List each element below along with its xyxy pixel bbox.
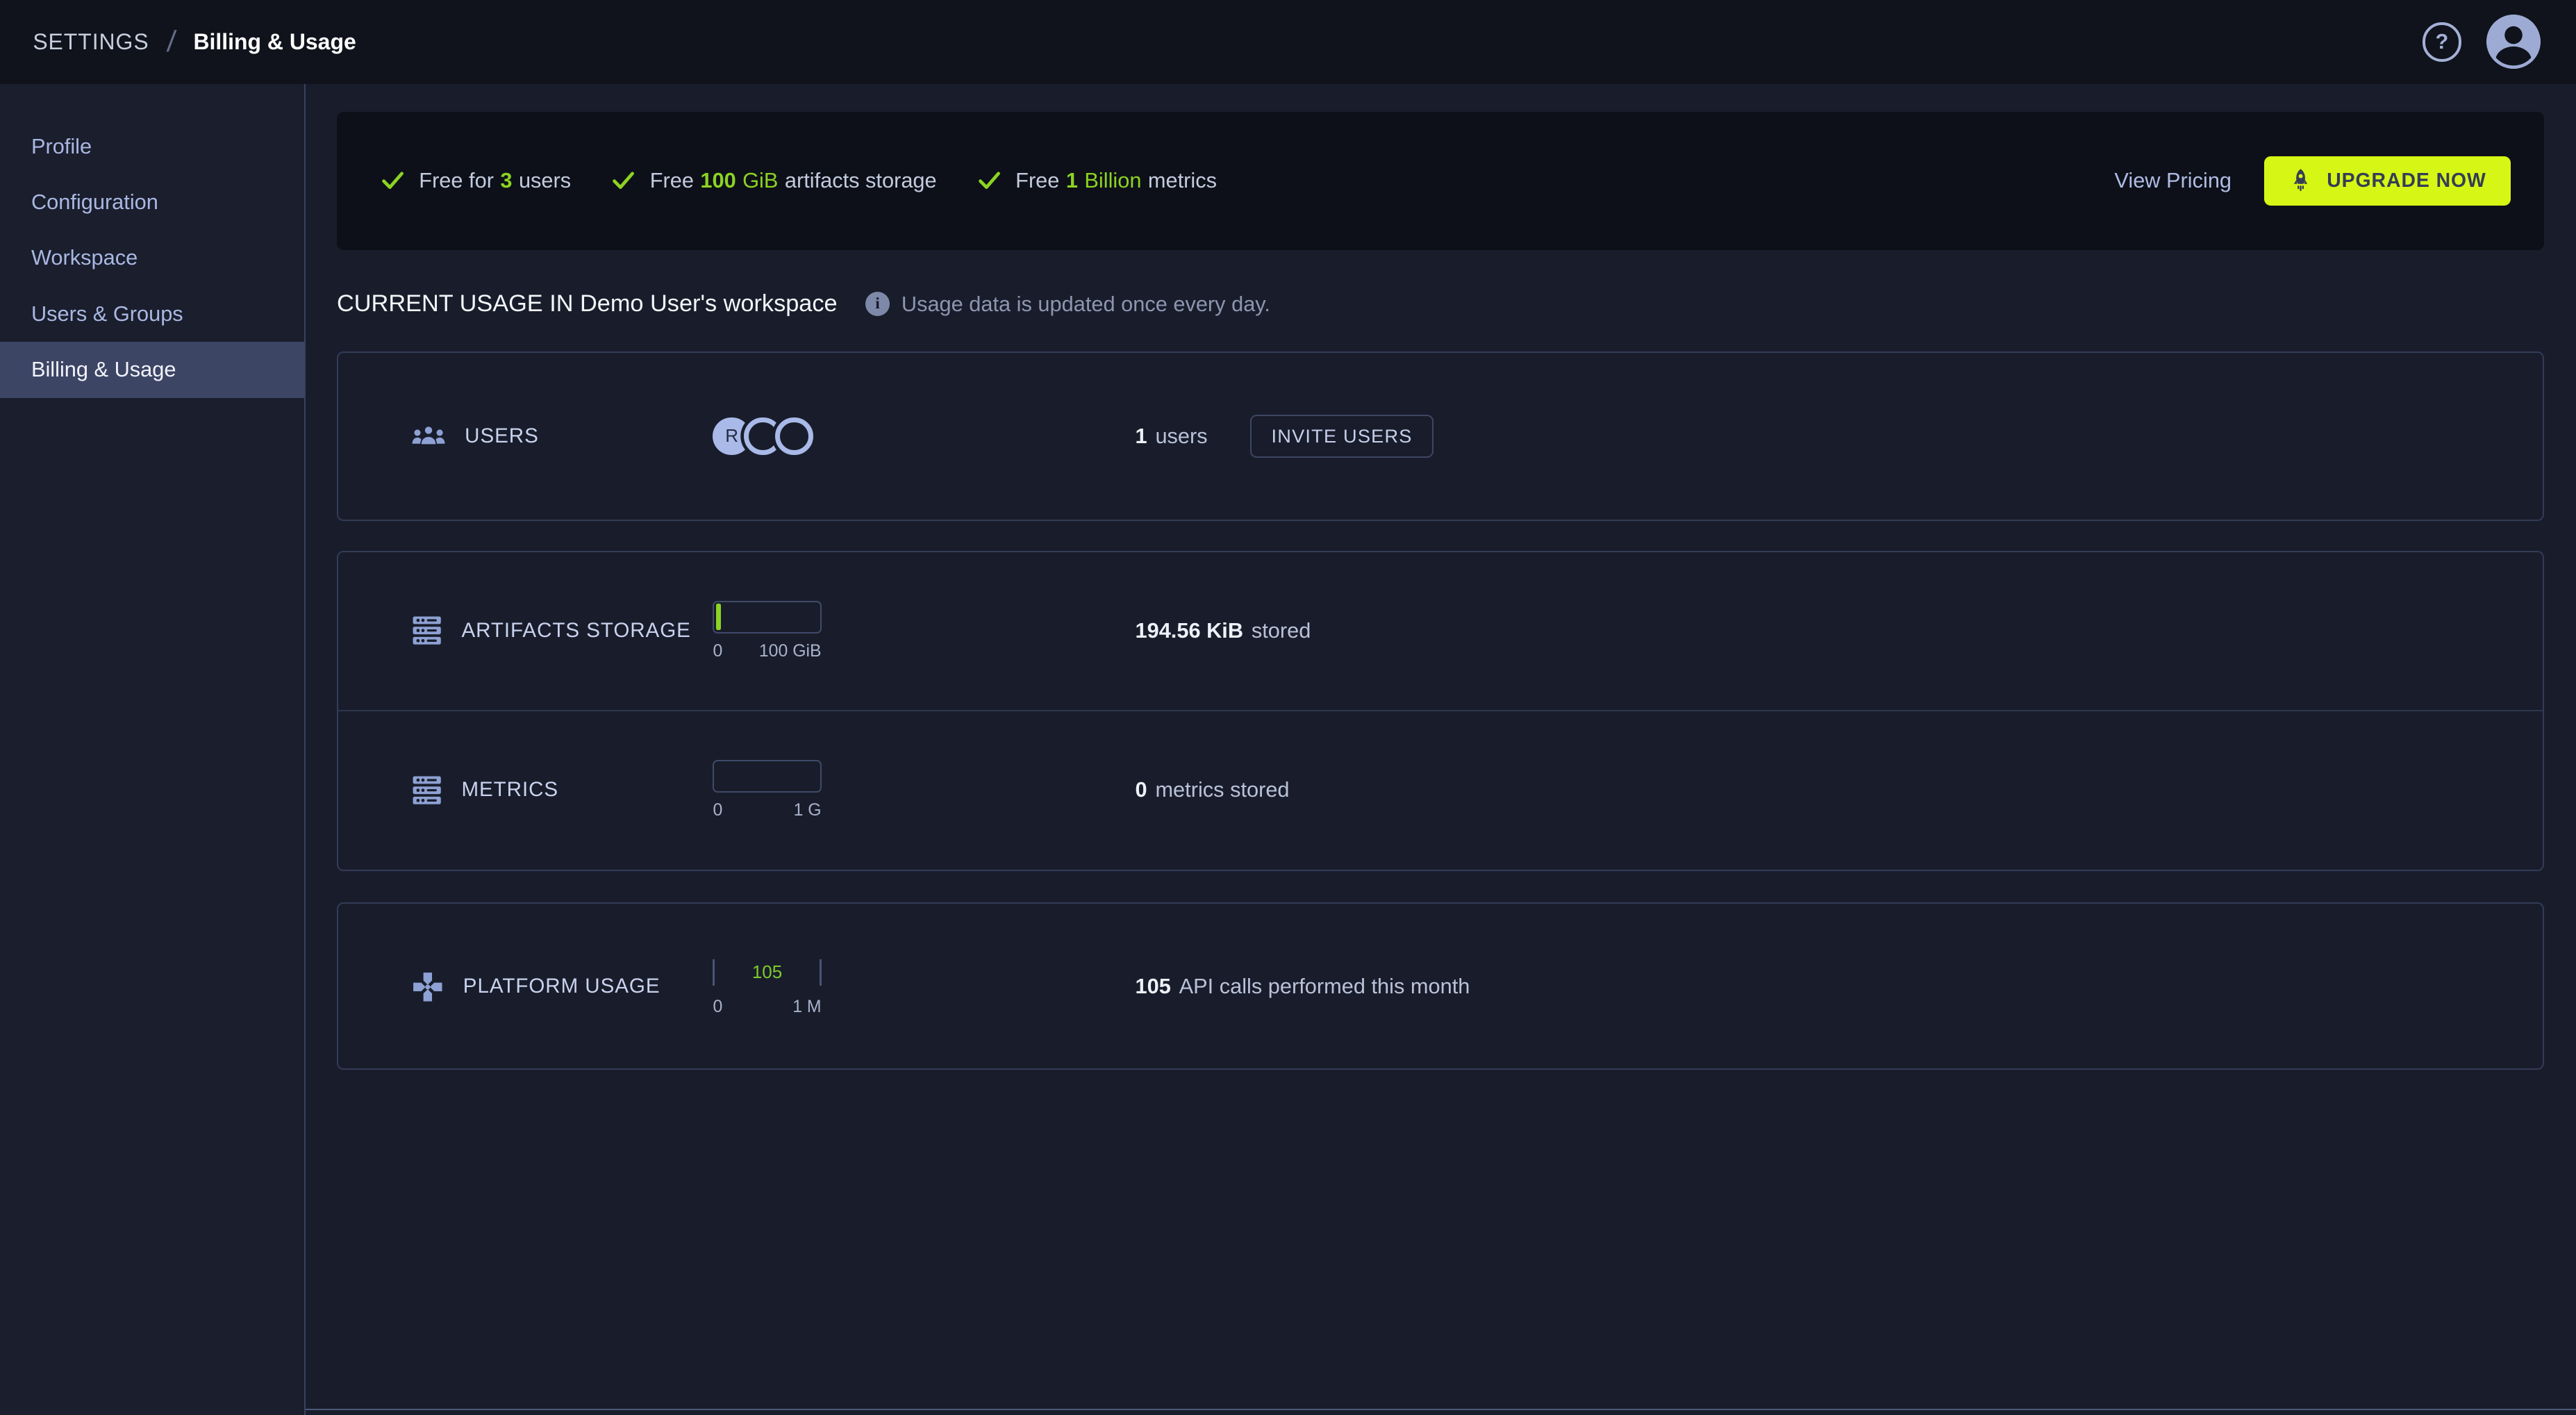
- platform-usage-card: PLATFORM USAGE 105 0 1 M 105 API calls p…: [337, 902, 2544, 1070]
- scale-min: 0: [713, 800, 723, 820]
- artifacts-storage-label: ARTIFACTS STORAGE: [461, 619, 691, 643]
- top-bar: SETTINGS / Billing & Usage ?: [0, 0, 2576, 84]
- gauge-tick-right: [820, 959, 822, 986]
- artifacts-stored-text: 194.56 KiB stored: [1135, 618, 1311, 643]
- artifacts-storage-row: ARTIFACTS STORAGE 0 100 GiB 194.56 KiB s…: [338, 552, 2543, 710]
- sidebar: Profile Configuration Workspace Users & …: [0, 83, 306, 1415]
- feature-free-metrics: Free 1 Billion metrics: [978, 168, 1217, 193]
- feature-text: Free: [1015, 168, 1060, 193]
- sidebar-item-profile[interactable]: Profile: [0, 118, 304, 174]
- plan-features: Free for 3 users Free 100 GiB artifacts …: [381, 168, 2115, 193]
- scale-max: 100 GiB: [758, 641, 822, 661]
- feature-value: 3: [500, 168, 513, 193]
- view-pricing-link[interactable]: View Pricing: [2114, 168, 2232, 193]
- check-icon: [381, 171, 404, 190]
- platform-usage-label: PLATFORM USAGE: [463, 975, 660, 998]
- feature-text: Free: [649, 168, 694, 193]
- scale-min: 0: [713, 997, 723, 1016]
- sidebar-item-billing-usage[interactable]: Billing & Usage: [0, 342, 305, 398]
- check-icon: [978, 171, 1001, 190]
- user-avatar-icon[interactable]: [2486, 15, 2541, 69]
- sidebar-item-users-groups[interactable]: Users & Groups: [0, 286, 304, 342]
- breadcrumb-settings-link[interactable]: SETTINGS: [33, 29, 149, 55]
- metrics-label: METRICS: [461, 778, 559, 802]
- users-card: USERS R 1 users INVITE USERS: [337, 351, 2544, 521]
- usage-note-text: Usage data is updated once every day.: [901, 291, 1270, 316]
- page-title: Billing & Usage: [193, 28, 356, 54]
- metrics-row: METRICS 0 1 G 0 metrics stored: [338, 711, 2543, 869]
- help-icon[interactable]: ?: [2422, 22, 2462, 62]
- users-count: 1 users: [1135, 423, 1208, 448]
- platform-usage-gauge: 105: [713, 957, 822, 989]
- feature-text: Free for: [419, 168, 494, 193]
- artifacts-storage-bar: [713, 600, 822, 634]
- storage-stack-icon: [410, 614, 443, 647]
- info-icon: i: [865, 291, 890, 317]
- feature-text: users: [518, 168, 572, 193]
- metrics-stack-icon: [410, 774, 443, 806]
- feature-free-storage: Free 100 GiB artifacts storage: [612, 168, 937, 193]
- artifacts-storage-meter: 0 100 GiB: [713, 600, 822, 661]
- check-icon: [612, 171, 635, 190]
- feature-value: 1: [1065, 168, 1078, 193]
- content-shell: Profile Configuration Workspace Users & …: [0, 83, 2576, 1415]
- users-label: USERS: [465, 424, 539, 447]
- billing-usage-page: SETTINGS / Billing & Usage ? Profile Con…: [0, 0, 2576, 1415]
- main-content: Free for 3 users Free 100 GiB artifacts …: [306, 84, 2576, 1415]
- metrics-stored-text: 0 metrics stored: [1135, 777, 1290, 802]
- upgrade-now-button[interactable]: UPGRADE NOW: [2264, 156, 2511, 206]
- metrics-meter: 0 1 G: [713, 759, 822, 820]
- storage-metrics-card: ARTIFACTS STORAGE 0 100 GiB 194.56 KiB s…: [337, 550, 2544, 871]
- users-row: USERS R 1 users INVITE USERS: [338, 353, 2543, 519]
- api-calls-text: 105 API calls performed this month: [1135, 974, 1470, 999]
- breadcrumb: SETTINGS / Billing & Usage: [33, 25, 356, 59]
- upgrade-now-label: UPGRADE NOW: [2327, 169, 2486, 192]
- platform-usage-icon: [410, 970, 445, 1004]
- feature-unit: GiB: [742, 168, 779, 193]
- platform-usage-row: PLATFORM USAGE 105 0 1 M 105 API calls p…: [338, 904, 2543, 1070]
- usage-header: CURRENT USAGE IN Demo User's workspace i…: [337, 289, 2544, 319]
- metrics-bar: [713, 759, 822, 793]
- breadcrumb-separator: /: [165, 25, 178, 59]
- gauge-value: 105: [751, 961, 783, 982]
- feature-text: metrics: [1147, 168, 1217, 193]
- rocket-icon: [2289, 168, 2312, 192]
- sidebar-item-workspace[interactable]: Workspace: [0, 230, 304, 286]
- feature-unit: Billion: [1084, 168, 1142, 193]
- free-plan-banner: Free for 3 users Free 100 GiB artifacts …: [337, 111, 2544, 250]
- avatar-empty-slot: [775, 417, 813, 455]
- content-bottom-rule: [306, 1408, 2576, 1411]
- users-icon: [410, 423, 447, 449]
- invite-users-button[interactable]: INVITE USERS: [1250, 415, 1434, 458]
- user-avatars: R: [713, 417, 813, 455]
- scale-max: 1 G: [793, 800, 822, 820]
- platform-usage-meter: 105 0 1 M: [713, 957, 822, 1017]
- artifacts-storage-bar-fill: [715, 603, 721, 631]
- sidebar-item-configuration[interactable]: Configuration: [0, 174, 304, 230]
- scale-min: 0: [713, 641, 723, 661]
- top-bar-actions: ?: [2422, 15, 2541, 69]
- usage-title: CURRENT USAGE IN Demo User's workspace: [337, 290, 838, 317]
- scale-max: 1 M: [792, 997, 822, 1016]
- usage-note: i Usage data is updated once every day.: [865, 292, 1270, 317]
- feature-free-users: Free for 3 users: [381, 168, 571, 193]
- feature-text: artifacts storage: [784, 168, 937, 193]
- feature-value: 100: [700, 168, 736, 193]
